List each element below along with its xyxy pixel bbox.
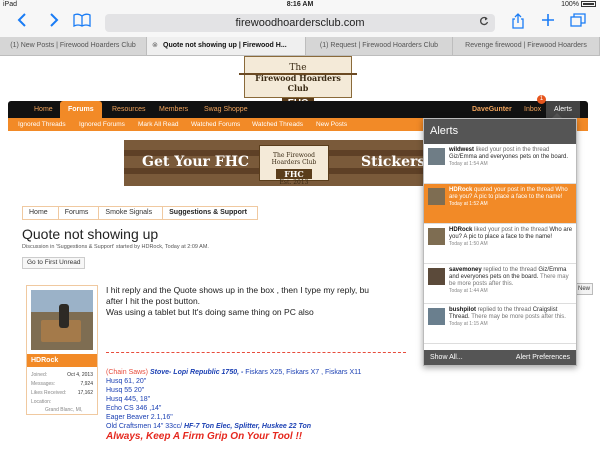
forward-button[interactable] (44, 13, 64, 33)
chevron-left-icon (17, 13, 26, 27)
go-to-first-unread-button[interactable]: Go to First Unread (22, 257, 86, 269)
nav-swag-shoppe[interactable]: Swag Shoppe (196, 101, 256, 118)
new-button[interactable]: New (575, 283, 593, 295)
avatar (428, 228, 445, 245)
status-bar: iPad 8:16 AM 100% (0, 0, 600, 10)
avatar (428, 268, 445, 285)
browser-tab-strip: (1) New Posts | Firewood Hoarders Club ⊗… (0, 37, 600, 56)
banner-text-left: Get Your FHC (142, 154, 250, 170)
banner-text-right: Stickers (361, 154, 426, 170)
tabs-button[interactable] (568, 13, 588, 33)
new-tab-button[interactable] (538, 13, 558, 33)
breadcrumb-smoke-signals[interactable]: Smoke Signals (98, 206, 164, 220)
plus-icon (542, 14, 554, 26)
post-signature: (Chain Saws) Stove- Lopi Republic 1750, … (106, 368, 406, 443)
show-all-alerts-link[interactable]: Show All... (430, 354, 463, 361)
author-name[interactable]: HDRock (27, 354, 97, 367)
subnav-ignored-forums[interactable]: Ignored Forums (79, 118, 125, 131)
author-stat: Joined: Oct 4, 2013 (31, 372, 93, 378)
subnav-watched-threads[interactable]: Watched Threads (252, 118, 303, 131)
author-stat: Messages: 7,924 (31, 381, 93, 387)
battery-status: 100% (561, 0, 596, 10)
browser-tab[interactable]: (1) Request | Firewood Hoarders Club (306, 37, 453, 55)
chevron-right-icon (50, 13, 59, 27)
nav-forums[interactable]: Forums (60, 101, 102, 118)
browser-tab[interactable]: Revenge firewood | Firewood Hoarders (453, 37, 600, 55)
battery-icon (581, 1, 596, 8)
alert-item[interactable]: bushpilot replied to the thread Craigsli… (424, 304, 576, 344)
nav-user[interactable]: DaveGunter (464, 101, 520, 118)
breadcrumb-suggestions-support[interactable]: Suggestions & Support (162, 206, 258, 220)
breadcrumb-home[interactable]: Home (22, 206, 59, 220)
sticker-banner[interactable]: Get Your FHC The Firewood Hoarders Club F… (124, 140, 444, 186)
browser-tab[interactable]: (1) New Posts | Firewood Hoarders Club (0, 37, 147, 55)
author-card: HDRock Joined: Oct 4, 2013 Messages: 7,924… (26, 285, 98, 415)
alert-preferences-link[interactable]: Alert Preferences (516, 350, 570, 365)
signature-motto: Always, Keep A Firm Grip On Your Tool !! (106, 431, 303, 442)
author-stat: Likes Received: 17,162 (31, 390, 93, 396)
page-title: Quote not showing up (22, 226, 159, 242)
close-tab-icon[interactable]: ⊗ (152, 37, 158, 55)
nav-inbox[interactable]: Inbox (516, 101, 549, 118)
alerts-footer: Show All... Alert Preferences (424, 350, 576, 365)
alerts-popup: Alerts wildwest liked your post in the t… (423, 118, 577, 366)
browser-toolbar: firewoodhoardersclub.com (0, 10, 600, 37)
alert-count-badge: 1 (537, 95, 546, 104)
post-message: I hit reply and the Quote shows up in th… (106, 285, 370, 317)
share-icon (512, 13, 524, 29)
address-bar[interactable]: firewoodhoardersclub.com (105, 14, 495, 32)
tabs-icon (570, 13, 586, 27)
browser-tab-active[interactable]: ⊗ Quote not showing up | Firewood H... (147, 37, 306, 55)
book-icon (73, 13, 91, 28)
avatar[interactable] (31, 290, 93, 350)
site-logo[interactable]: The Firewood Hoarders Club FHC (239, 56, 357, 109)
alert-item-highlighted[interactable]: HDRock quoted your post in the thread Wh… (424, 184, 576, 224)
thread-meta: Discussion in 'Suggestions & Support' st… (22, 244, 209, 250)
subnav-new-posts[interactable]: New Posts (316, 118, 347, 131)
alerts-title: Alerts (424, 119, 576, 144)
reload-icon (480, 16, 489, 26)
main-nav: Home Forums Resources Members Swag Shopp… (8, 101, 588, 118)
author-stat: Location: (31, 399, 52, 405)
alert-item[interactable]: wildwest liked your post in the thread G… (424, 144, 576, 184)
share-button[interactable] (508, 13, 528, 33)
author-location: Grand Blanc, MI, (45, 407, 83, 413)
signature-divider (106, 352, 406, 353)
saw-graphic (239, 73, 357, 75)
avatar (428, 148, 445, 165)
nav-members[interactable]: Members (151, 101, 196, 118)
avatar (428, 308, 445, 325)
bookmarks-button[interactable] (72, 13, 92, 33)
alert-item[interactable]: savemoney replied to the thread Giz/Emma… (424, 264, 576, 304)
clock: 8:16 AM (286, 1, 314, 8)
banner-logo: The Firewood Hoarders Club FHC Est. 2013 (259, 145, 329, 186)
subnav-mark-all-read[interactable]: Mark All Read (138, 118, 178, 131)
reload-button[interactable] (479, 14, 489, 32)
breadcrumb-forums[interactable]: Forums (57, 206, 100, 220)
alert-item[interactable]: HDRock liked your post in the thread Who… (424, 224, 576, 264)
breadcrumb: Home Forums Smoke Signals Suggestions & … (22, 206, 422, 220)
nav-home[interactable]: Home (26, 101, 61, 118)
nav-resources[interactable]: Resources (104, 101, 153, 118)
avatar (428, 188, 445, 205)
subnav-watched-forums[interactable]: Watched Forums (191, 118, 240, 131)
subnav-ignored-threads[interactable]: Ignored Threads (18, 118, 66, 131)
url-text: firewoodhoardersclub.com (235, 17, 365, 29)
back-button[interactable] (12, 13, 32, 33)
